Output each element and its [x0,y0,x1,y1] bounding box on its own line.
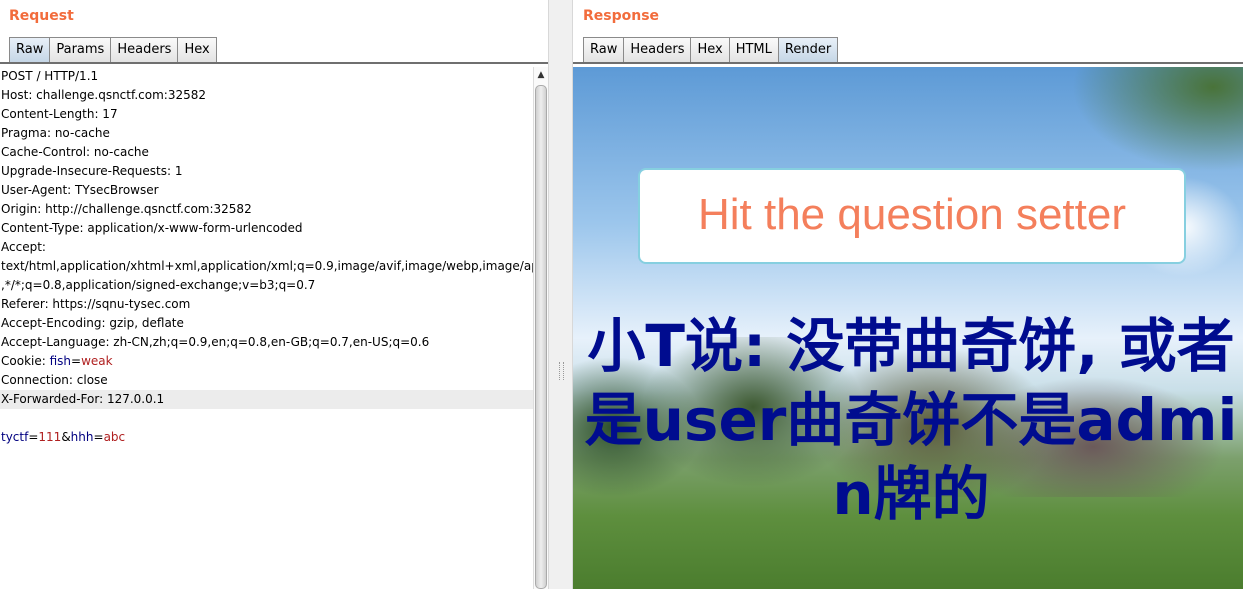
tab-headers[interactable]: Headers [623,37,692,62]
cookie-prefix: Cookie: [1,354,50,368]
request-line: Accept-Language: zh-CN,zh;q=0.9,en;q=0.8… [1,335,430,349]
request-blank-line [0,409,533,428]
tab-hex[interactable]: Hex [177,37,217,62]
request-line: User-Agent: TYsecBrowser [1,183,159,197]
body-eq: = [93,430,104,444]
response-render-view: Hit the question setter 小T说: 没带曲奇饼, 或者是u… [573,67,1243,589]
request-line: text/html,application/xhtml+xml,applicat… [1,259,533,273]
tab-raw[interactable]: Raw [583,37,625,62]
banner: Hit the question setter [638,168,1186,264]
body-param-name: hhh [70,430,94,444]
pane-divider[interactable] [548,0,573,589]
body-eq: = [28,430,39,444]
response-message: 小T说: 没带曲奇饼, 或者是user曲奇饼不是admin牌的 [584,312,1238,528]
request-line: Host: challenge.qsnctf.com:32582 [1,88,206,102]
request-body-line: tyctf=111&hhh=abc [0,428,533,447]
response-tabs: Raw Headers Hex HTML Render [583,37,839,63]
request-line: Cache-Control: no-cache [1,145,149,159]
body-param-name: tyctf [1,430,29,444]
request-line: ,*/*;q=0.8,application/signed-exchange;v… [1,278,316,292]
request-line: Connection: close [1,373,108,387]
tab-params[interactable]: Params [49,37,112,62]
response-tab-underline [573,62,1243,64]
request-tabs: Raw Params Headers Hex [9,37,217,63]
request-line: Accept-Encoding: gzip, deflate [1,316,184,330]
request-line: Upgrade-Insecure-Requests: 1 [1,164,183,178]
tab-headers[interactable]: Headers [110,37,179,62]
body-param-value: 111 [38,430,62,444]
cookie-line: Cookie: fish=weak [0,352,533,371]
request-scrollbar[interactable]: ▲ [533,67,548,589]
body-param-value: abc [103,430,126,444]
request-line: Referer: https://sqnu-tysec.com [1,297,191,311]
request-line: Origin: http://challenge.qsnctf.com:3258… [1,202,252,216]
request-line: Content-Length: 17 [1,107,118,121]
scroll-up-icon[interactable]: ▲ [534,67,548,83]
tab-hex[interactable]: Hex [690,37,730,62]
request-line: Accept: [1,240,46,254]
response-title: Response [583,8,660,24]
divider-grip-icon[interactable] [559,362,564,380]
request-line: Content-Type: application/x-www-form-url… [1,221,303,235]
cookie-value: weak [81,354,113,368]
tab-html[interactable]: HTML [728,37,779,62]
cookie-name: fish [49,354,72,368]
request-title: Request [9,8,74,24]
scrollbar-thumb[interactable] [535,85,547,589]
tab-render[interactable]: Render [777,37,839,62]
request-line-highlighted: X-Forwarded-For: 127.0.0.1 [0,390,533,409]
tab-raw[interactable]: Raw [9,37,51,62]
cookie-eq: = [71,354,82,368]
body-amp: & [61,430,71,444]
request-editor[interactable]: POST / HTTP/1.1 Host: challenge.qsnctf.c… [0,67,533,589]
request-line: Pragma: no-cache [1,126,110,140]
request-line: POST / HTTP/1.1 [1,69,99,83]
request-tab-underline [0,62,548,64]
